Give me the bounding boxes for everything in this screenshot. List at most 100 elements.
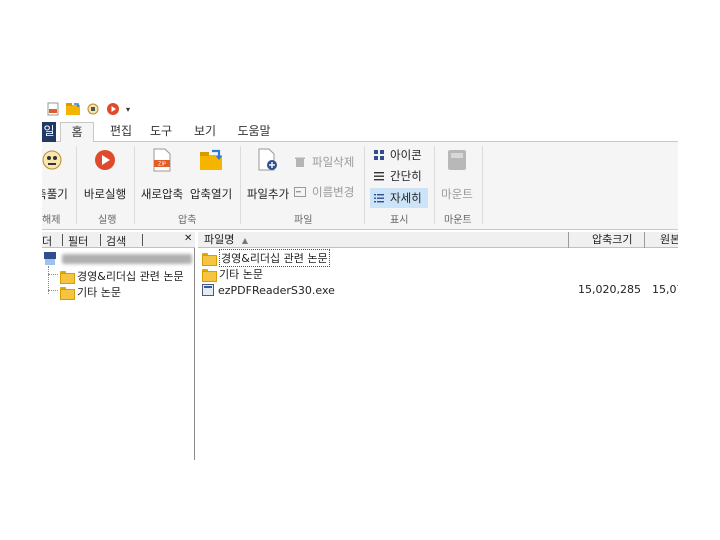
- column-separator[interactable]: [644, 232, 645, 248]
- panel-tabs: 더 필터 검색 ✕: [42, 232, 195, 248]
- list-icon: [374, 172, 384, 181]
- tab-separator: [62, 234, 63, 246]
- trash-icon: [295, 157, 305, 167]
- file-name: 기타 논문: [219, 268, 263, 281]
- delete-file-button[interactable]: 파일삭제: [294, 154, 354, 170]
- tab-folder-partial[interactable]: 더: [42, 233, 52, 249]
- column-name[interactable]: 파일명 ▲: [204, 232, 248, 248]
- ribbon-home: 축풀기 해제 바로실행 실행 ZIP 새로압축 압축열기 압축: [42, 142, 678, 230]
- view-icons-button[interactable]: 아이콘: [370, 146, 426, 164]
- new-archive-icon[interactable]: [46, 102, 60, 116]
- archive-app-window: ▾ 일 홈 편집 도구 보기 도움말 축풀기 해제 바로실행 실행: [42, 96, 678, 460]
- tree-item[interactable]: 경영&리더십 관련 논문: [60, 268, 184, 284]
- rename-icon: [294, 187, 306, 197]
- close-icon[interactable]: ✕: [184, 233, 192, 244]
- file-row[interactable]: 기타 논문: [198, 266, 678, 282]
- column-separator[interactable]: [568, 232, 569, 248]
- file-name-cell: 경영&리더십 관련 논문: [202, 249, 330, 267]
- tree-line: [48, 290, 58, 291]
- packed-size-value: 15,020,285: [578, 283, 641, 296]
- tab-edit[interactable]: 편집: [104, 122, 138, 142]
- rename-button[interactable]: 이름변경: [294, 184, 354, 200]
- column-name-label: 파일명: [204, 233, 235, 246]
- tab-home[interactable]: 홈: [60, 122, 94, 143]
- group-extract-label: 해제: [42, 215, 61, 226]
- tree-item-label: 기타 논문: [77, 286, 121, 299]
- file-list-header: 파일명 ▲ 압축크기 원본: [198, 232, 678, 248]
- ribbon-tabs: 일 홈 편집 도구 보기 도움말: [42, 122, 678, 143]
- run-icon[interactable]: [106, 102, 120, 116]
- view-simple-button[interactable]: 간단히: [370, 167, 426, 185]
- add-file-icon: [256, 148, 280, 172]
- group-separator: [134, 146, 135, 224]
- add-file-label: 파일추가: [246, 187, 290, 201]
- tree-item[interactable]: 기타 논문: [60, 284, 121, 300]
- svg-text:ZIP: ZIP: [158, 162, 166, 168]
- extract-button[interactable]: 축풀기: [42, 148, 70, 202]
- tab-file[interactable]: 일: [42, 122, 56, 142]
- view-details-button[interactable]: 자세히: [370, 188, 428, 208]
- rename-label: 이름변경: [312, 185, 355, 199]
- tab-help[interactable]: 도움말: [234, 122, 274, 142]
- tab-tools[interactable]: 도구: [146, 122, 176, 142]
- add-file-button[interactable]: 파일추가: [244, 148, 292, 202]
- open-zip-label: 압축열기: [189, 187, 233, 201]
- details-icon: [374, 194, 384, 203]
- open-folder-icon: [199, 148, 223, 172]
- group-run-label: 실행: [98, 215, 117, 226]
- disk-icon: [445, 148, 469, 172]
- view-icons-label: 아이콘: [390, 148, 422, 162]
- file-name-cell: ezPDFReaderS30.exe: [202, 282, 335, 298]
- group-separator: [240, 146, 241, 224]
- view-simple-label: 간단히: [390, 169, 422, 183]
- file-name: 경영&리더십 관련 논문: [219, 249, 330, 267]
- open-zip-button[interactable]: 압축열기: [186, 148, 236, 202]
- file-name-cell: 기타 논문: [202, 266, 263, 282]
- column-original-size[interactable]: 원본: [660, 232, 678, 248]
- column-packed-size[interactable]: 압축크기: [592, 232, 632, 248]
- view-details-label: 자세히: [390, 191, 422, 205]
- tab-search[interactable]: 검색: [106, 233, 126, 249]
- extract-label: 축풀기: [42, 187, 68, 201]
- file-list-panel: 파일명 ▲ 압축크기 원본 경영&리더십 관련 논문 기타 논문 ezPDFRe…: [198, 232, 678, 460]
- redacted-archive-name: [62, 254, 192, 264]
- zip-file-icon: ZIP: [150, 148, 174, 172]
- mount-button[interactable]: 마운트: [438, 148, 476, 202]
- delete-file-label: 파일삭제: [312, 155, 355, 169]
- group-separator: [76, 146, 77, 224]
- group-file-label: 파일: [294, 215, 313, 226]
- folder-icon: [60, 286, 75, 300]
- run-button[interactable]: 바로실행: [80, 148, 130, 202]
- zip-archive-icon: [44, 252, 56, 265]
- tab-filter[interactable]: 필터: [68, 233, 88, 249]
- folder-tree-panel: 더 필터 검색 ✕ 경영&리더십 관련 논문 기타 논문: [42, 232, 195, 460]
- group-separator: [482, 146, 483, 224]
- folder-icon: [202, 252, 217, 266]
- file-row[interactable]: ezPDFReaderS30.exe 15,020,285 15,07: [198, 282, 678, 298]
- group-mount-label: 마운트: [444, 215, 472, 226]
- tab-view[interactable]: 보기: [190, 122, 220, 142]
- new-zip-button[interactable]: ZIP 새로압축: [138, 148, 186, 202]
- open-folder-icon[interactable]: [66, 102, 80, 116]
- customize-dropdown-icon[interactable]: ▾: [126, 105, 130, 114]
- extract-icon: [42, 148, 64, 172]
- group-separator: [364, 146, 365, 224]
- group-compress-label: 압축: [178, 215, 197, 226]
- mount-label: 마운트: [441, 187, 473, 201]
- run-label: 바로실행: [83, 187, 127, 201]
- original-size-value: 15,07: [652, 283, 678, 296]
- executable-icon: [202, 284, 214, 296]
- group-display-label: 표시: [390, 215, 409, 226]
- grid-icon: [374, 150, 384, 160]
- tree-item-label: 경영&리더십 관련 논문: [77, 270, 184, 283]
- sort-asc-icon: ▲: [241, 236, 249, 245]
- file-name: ezPDFReaderS30.exe: [218, 283, 335, 297]
- run-icon: [93, 148, 117, 172]
- tree-line: [48, 274, 58, 275]
- folder-icon: [202, 268, 217, 282]
- extract-icon[interactable]: [86, 102, 100, 116]
- group-separator: [434, 146, 435, 224]
- file-row[interactable]: 경영&리더십 관련 논문: [198, 249, 678, 267]
- folder-icon: [60, 270, 75, 284]
- tree-root-archive[interactable]: [42, 252, 195, 266]
